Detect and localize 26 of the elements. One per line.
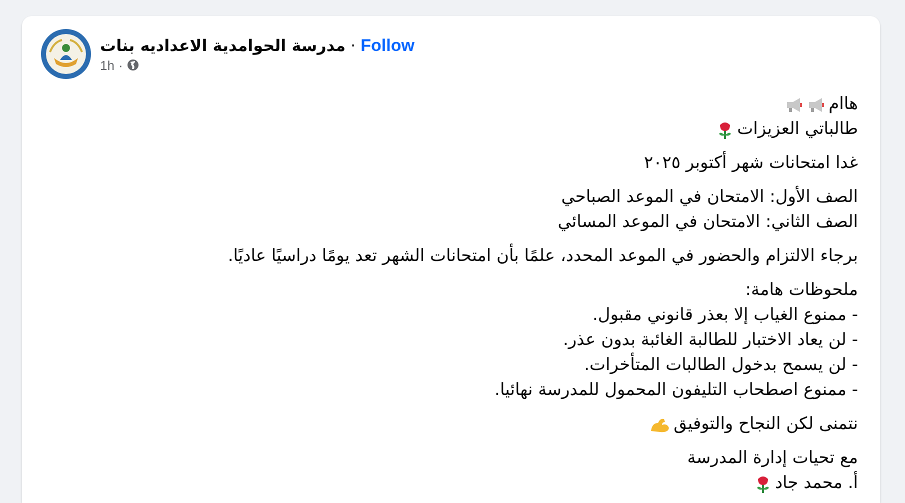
post-text-line: - ممنوع اصطحاب التليفون المحمول للمدرسة نهائيا. — [494, 379, 858, 402]
post-text-line: الصف الأول: الامتحان في الموعد الصباحي — [561, 185, 858, 209]
post-text-line: هاام — [828, 93, 858, 116]
post-text-line: أ. محمد جاد — [774, 471, 858, 495]
megaphone-icon — [806, 96, 825, 112]
separator: · — [118, 58, 123, 72]
post-text-line: ملحوظات هامة: — [745, 279, 858, 302]
school-logo-icon[interactable] — [40, 28, 92, 80]
follow-link[interactable]: Follow — [360, 36, 414, 56]
post-time[interactable]: 1h — [100, 58, 114, 72]
rose-icon — [717, 120, 734, 138]
post-text-line: برجاء الالتزام والحضور في الموعد المحدد، علمًا بأن امتحانات الشهر تعد يومًا دراسيًا عاديًا. — [228, 244, 858, 269]
post-text-line: طالباتي العزيزات — [737, 118, 858, 141]
post-text-line: مع تحيات إدارة المدرسة — [687, 447, 858, 470]
rose-icon — [754, 474, 771, 492]
post-text-line: - لن يعاد الاختبار للطالبة الغائبة بدون عذر. — [563, 329, 858, 352]
post-text-line: غدا امتحانات شهر أكتوبر ٢٠٢٥ — [644, 151, 858, 175]
separator: · — [350, 36, 356, 55]
flexed-arm-icon — [650, 416, 670, 432]
post-text-line: نتمنى لكن النجاح والتوفيق — [674, 413, 858, 436]
author-name[interactable]: مدرسة الحوامدية الاعداديه بنات — [100, 36, 346, 55]
post-text-line: - لن يسمح بدخول الطالبات المتأخرات. — [584, 353, 858, 378]
post-text-line: الصف الثاني: الامتحان في الموعد المسائي — [558, 211, 858, 234]
globe-icon — [126, 59, 139, 71]
megaphone-icon — [784, 96, 803, 112]
post-text-line: - ممنوع الغياب إلا بعذر قانوني مقبول. — [592, 304, 858, 327]
